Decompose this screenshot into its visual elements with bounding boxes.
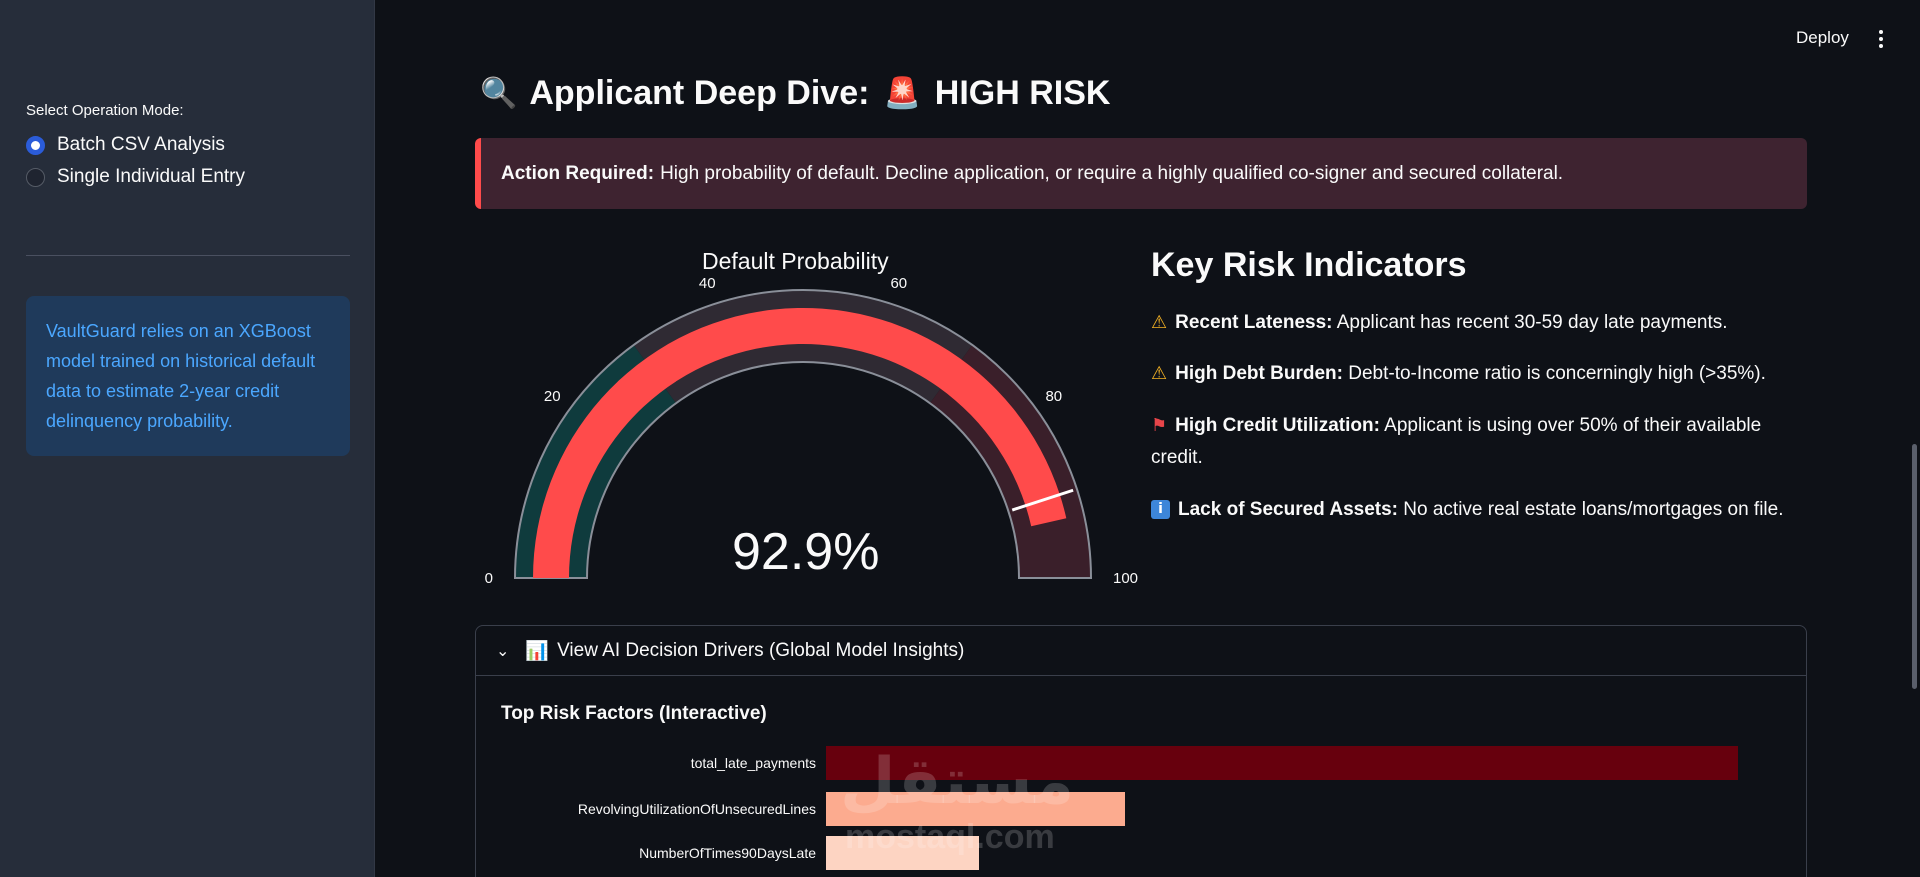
operation-mode-label: Select Operation Mode:: [26, 102, 184, 119]
ai-decision-drivers-expander: ⌄ 📊 View AI Decision Drivers (Global Mod…: [475, 625, 1807, 877]
radio-label: Single Individual Entry: [57, 166, 245, 187]
radio-unselected-icon[interactable]: [26, 167, 45, 187]
warning-icon: ⚠: [1151, 312, 1168, 333]
scrollbar[interactable]: [1912, 444, 1917, 689]
radio-single-entry[interactable]: Single Individual Entry: [26, 166, 245, 188]
warning-icon: ⚠: [1151, 363, 1168, 384]
page-title: 🔍 Applicant Deep Dive: 🚨 HIGH RISK: [480, 74, 1110, 113]
kri-item-text: Debt-to-Income ratio is concerningly hig…: [1348, 363, 1766, 384]
watermark-latin: mostaql.com: [845, 818, 1055, 856]
deploy-button[interactable]: Deploy: [1796, 28, 1849, 48]
gauge-tick-label: 0: [485, 570, 493, 587]
kri-item-label: High Debt Burden:: [1175, 363, 1343, 384]
gauge-tick-label: 80: [1045, 388, 1062, 405]
info-icon: i: [1151, 500, 1170, 519]
sidebar-divider: [26, 255, 350, 256]
watermark-arabic: مستقل: [840, 745, 1075, 819]
kri-item-secured-assets: i Lack of Secured Assets: No active real …: [1151, 494, 1791, 526]
kri-item-label: Recent Lateness:: [1175, 312, 1333, 333]
page-title-text: Applicant Deep Dive:: [529, 74, 870, 112]
gauge-tick-label: 40: [699, 275, 716, 292]
expander-header[interactable]: ⌄ 📊 View AI Decision Drivers (Global Mod…: [476, 626, 1806, 676]
bar-category-label: RevolvingUtilizationOfUnsecuredLines: [577, 801, 816, 817]
radio-label: Batch CSV Analysis: [57, 134, 225, 155]
alert-bold-label: Action Required:: [501, 162, 655, 184]
kri-item-text: Applicant has recent 30-59 day late paym…: [1336, 312, 1728, 333]
expander-label: View AI Decision Drivers (Global Model I…: [557, 639, 965, 661]
kri-item-label: Lack of Secured Assets:: [1178, 499, 1398, 520]
model-info-box: VaultGuard relies on an XGBoost model tr…: [26, 296, 350, 456]
radio-batch-csv[interactable]: Batch CSV Analysis: [26, 134, 225, 156]
bar-category-label: NumberOfTimes90DaysLate: [639, 845, 816, 861]
radio-selected-icon[interactable]: [26, 135, 45, 155]
flag-icon: ⚑: [1151, 415, 1168, 436]
gauge-tick-label: 60: [890, 275, 907, 292]
kri-item-recent-lateness: ⚠ Recent Lateness: Applicant has recent 3…: [1151, 307, 1791, 339]
alert-text: High probability of default. Decline app…: [660, 162, 1564, 184]
search-icon: 🔍: [480, 76, 518, 111]
bar-category-label: total_late_payments: [690, 755, 816, 771]
gauge-value: 92.9%: [732, 523, 880, 581]
action-required-alert: Action Required: High probability of def…: [475, 138, 1807, 209]
kebab-menu-icon[interactable]: [1874, 28, 1888, 50]
chart-title: Top Risk Factors (Interactive): [501, 703, 767, 724]
bar-chart-icon: 📊: [525, 640, 550, 662]
chevron-down-icon: ⌄: [496, 641, 510, 660]
kri-item-text: No active real estate loans/mortgages on…: [1403, 499, 1784, 520]
kri-item-label: High Credit Utilization:: [1175, 415, 1380, 436]
gauge-tick-label: 100: [1113, 570, 1138, 587]
alarm-icon: 🚨: [883, 76, 921, 111]
sidebar: Select Operation Mode: Batch CSV Analysi…: [0, 0, 375, 877]
gauge-tick-label: 20: [544, 388, 561, 405]
risk-level-label: HIGH RISK: [934, 74, 1111, 112]
kri-item-credit-utilization: ⚑ High Credit Utilization: Applicant is u…: [1151, 410, 1791, 474]
kri-item-debt-burden: ⚠ High Debt Burden: Debt-to-Income ratio …: [1151, 358, 1791, 390]
kri-title: Key Risk Indicators: [1151, 246, 1467, 284]
